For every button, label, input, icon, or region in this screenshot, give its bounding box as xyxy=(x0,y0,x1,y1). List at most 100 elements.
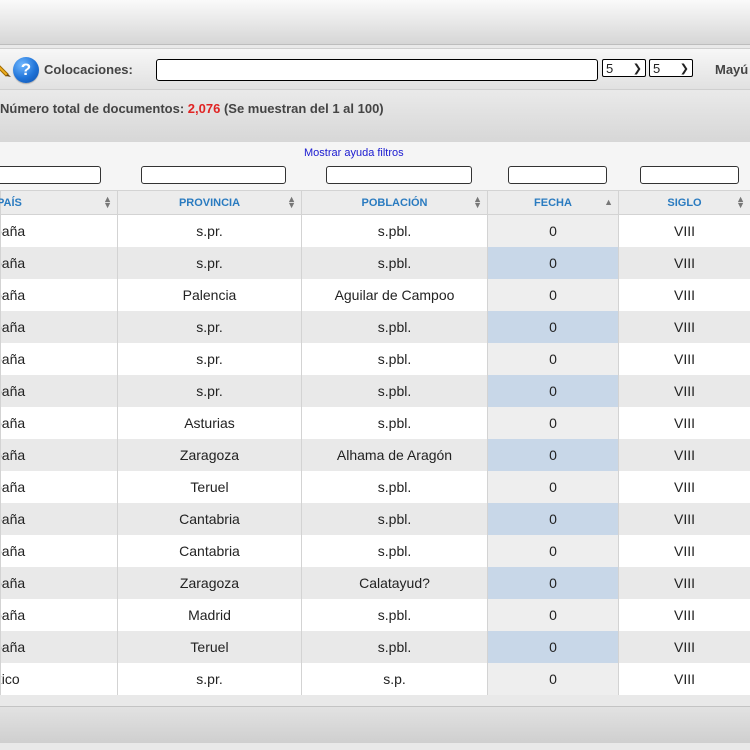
cell-poblacion: s.pbl. xyxy=(301,631,488,663)
filter-help-link[interactable]: Mostrar ayuda filtros xyxy=(304,147,404,159)
sort-icon: ▲ ▼ xyxy=(287,194,296,210)
cell-provincia: Cantabria xyxy=(117,535,302,567)
cell-poblacion: Alhama de Aragón xyxy=(301,439,488,471)
table-header-row: PAÍS ▲▼ PROVINCIA ▲▼ POBLACIÓN ▲▼ FECHA … xyxy=(0,190,750,215)
cell-pais: éxico xyxy=(0,663,118,695)
cell-siglo: VIII xyxy=(618,535,750,567)
cell-poblacion: s.pbl. xyxy=(301,375,488,407)
filter-input-fecha[interactable] xyxy=(508,166,607,184)
cell-poblacion: s.pbl. xyxy=(301,503,488,535)
table-row[interactable]: spañaCantabrias.pbl.0VIII xyxy=(0,503,750,535)
cell-siglo: VIII xyxy=(618,407,750,439)
column-header-siglo[interactable]: SIGLO ▲ ▼ xyxy=(618,190,750,215)
cell-provincia: s.pr. xyxy=(117,247,302,279)
select-distance-left-value: 5 xyxy=(606,61,614,76)
table-row[interactable]: spañaZaragozaCalatayud?0VIII xyxy=(0,567,750,599)
colocaciones-input[interactable] xyxy=(156,59,598,81)
sort-icon: ▲ ▼ xyxy=(736,194,745,210)
cell-pais: spaña xyxy=(0,311,118,343)
cell-pais: spaña xyxy=(0,503,118,535)
select-distance-right[interactable]: 5 ❯ xyxy=(649,59,693,77)
cell-pais: spaña xyxy=(0,439,118,471)
column-header-label: POBLACIÓN xyxy=(361,196,428,209)
select-distance-right-value: 5 xyxy=(653,61,661,76)
cell-fecha: 0 xyxy=(487,407,619,439)
filter-input-pais[interactable] xyxy=(0,166,101,184)
column-header-label: PAÍS xyxy=(0,196,22,209)
table-row[interactable]: spañas.pr.s.pbl.0VIII xyxy=(0,375,750,407)
cell-pais: spaña xyxy=(0,471,118,503)
cell-siglo: VIII xyxy=(618,375,750,407)
cell-provincia: Zaragoza xyxy=(117,567,302,599)
filter-input-provincia[interactable] xyxy=(141,166,286,184)
cell-provincia: s.pr. xyxy=(117,343,302,375)
column-header-pais[interactable]: PAÍS ▲▼ xyxy=(0,190,118,215)
cell-pais: spaña xyxy=(0,279,118,311)
column-header-label: PROVINCIA xyxy=(178,196,241,209)
cell-pais: spaña xyxy=(0,535,118,567)
cell-provincia: s.pr. xyxy=(117,214,302,247)
cell-provincia: Zaragoza xyxy=(117,439,302,471)
cell-poblacion: s.pbl. xyxy=(301,407,488,439)
cell-pais: spaña xyxy=(0,599,118,631)
pencil-icon[interactable] xyxy=(0,58,12,78)
cell-provincia: Madrid xyxy=(117,599,302,631)
column-header-poblacion[interactable]: POBLACIÓN ▲ ▼ xyxy=(301,190,488,215)
cell-fecha: 0 xyxy=(487,631,619,663)
cell-fecha: 0 xyxy=(487,471,619,503)
cell-provincia: Palencia xyxy=(117,279,302,311)
documents-table: PAÍS ▲▼ PROVINCIA ▲▼ POBLACIÓN ▲▼ FECHA … xyxy=(0,190,750,695)
chevron-down-icon: ❯ xyxy=(632,63,642,75)
cell-siglo: VIII xyxy=(618,214,750,247)
cell-poblacion: s.pbl. xyxy=(301,247,488,279)
chevron-down-icon: ❯ xyxy=(679,63,689,75)
table-row[interactable]: spañaTeruels.pbl.0VIII xyxy=(0,471,750,503)
cell-fecha: 0 xyxy=(487,214,619,247)
cell-pais: spaña xyxy=(0,567,118,599)
cell-poblacion: Aguilar de Campoo xyxy=(301,279,488,311)
sort-icon: ▲ ▼ xyxy=(473,194,482,210)
filter-input-siglo[interactable] xyxy=(640,166,739,184)
cell-siglo: VIII xyxy=(618,311,750,343)
table-row[interactable]: spañaMadrids.pbl.0VIII xyxy=(0,599,750,631)
cell-provincia: Teruel xyxy=(117,471,302,503)
select-distance-left[interactable]: 5 ❯ xyxy=(602,59,646,77)
cell-siglo: VIII xyxy=(618,599,750,631)
help-icon[interactable]: ? xyxy=(13,57,39,83)
cell-poblacion: s.pbl. xyxy=(301,311,488,343)
cell-poblacion: s.pbl. xyxy=(301,343,488,375)
table-row[interactable]: spañaPalenciaAguilar de Campoo0VIII xyxy=(0,279,750,311)
table-row[interactable]: spañas.pr.s.pbl.0VIII xyxy=(0,247,750,279)
cell-provincia: s.pr. xyxy=(117,311,302,343)
column-header-fecha[interactable]: FECHA ▲ xyxy=(487,190,619,215)
results-summary: Número total de documentos: 2,076 (Se mu… xyxy=(0,101,384,116)
table-row[interactable]: spañaCantabrias.pbl.0VIII xyxy=(0,535,750,567)
top-header-bar xyxy=(0,0,750,45)
cell-poblacion: s.pbl. xyxy=(301,535,488,567)
cell-pais: spaña xyxy=(0,343,118,375)
table-row[interactable]: spañas.pr.s.pbl.0VIII xyxy=(0,311,750,343)
cell-pais: spaña xyxy=(0,214,118,247)
cell-fecha: 0 xyxy=(487,311,619,343)
cell-fecha: 0 xyxy=(487,599,619,631)
cell-fecha: 0 xyxy=(487,535,619,567)
cell-fecha: 0 xyxy=(487,439,619,471)
cell-provincia: s.pr. xyxy=(117,375,302,407)
column-header-label: FECHA xyxy=(534,196,572,209)
table-row[interactable]: éxicos.pr.s.p.0VIII xyxy=(0,663,750,695)
mayusculas-label: Mayú xyxy=(715,62,749,77)
table-row[interactable]: spañaZaragozaAlhama de Aragón0VIII xyxy=(0,439,750,471)
table-row[interactable]: spañas.pr.s.pbl.0VIII xyxy=(0,214,750,247)
table-row[interactable]: spañaAsturiass.pbl.0VIII xyxy=(0,407,750,439)
column-header-provincia[interactable]: PROVINCIA ▲ ▼ xyxy=(117,190,302,215)
table-row[interactable]: spañaTeruels.pbl.0VIII xyxy=(0,631,750,663)
filter-input-poblacion[interactable] xyxy=(326,166,472,184)
results-summary-bar xyxy=(0,92,750,142)
sort-icon: ▲ ▼ xyxy=(103,194,112,210)
cell-pais: spaña xyxy=(0,407,118,439)
cell-pais: spaña xyxy=(0,631,118,663)
sort-ascending-icon: ▲ xyxy=(604,197,613,207)
cell-siglo: VIII xyxy=(618,247,750,279)
table-footer-bar xyxy=(0,706,750,743)
table-row[interactable]: spañas.pr.s.pbl.0VIII xyxy=(0,343,750,375)
